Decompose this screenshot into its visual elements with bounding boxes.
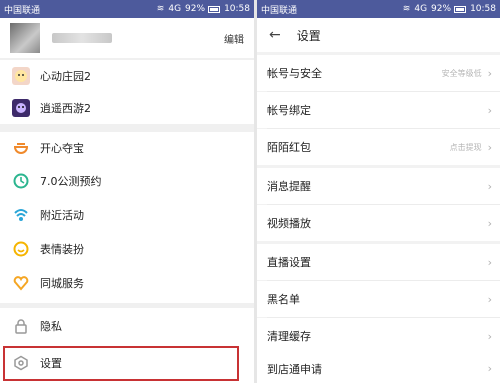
wifi-icon: ≋ [156,4,165,14]
blurred-username [52,33,112,43]
setting-video-playback[interactable]: 视频播放 › [257,205,500,241]
chevron-right-icon: › [487,216,492,230]
signal-text: 4G [414,4,428,14]
chevron-right-icon: › [487,255,492,269]
highlight-annotation [3,346,239,381]
battery-text: 92% [431,4,452,14]
menu-label: 隐私 [40,320,62,333]
setting-label: 清理缓存 [267,330,311,343]
setting-message-alert[interactable]: 消息提醒 › [257,168,500,204]
setting-store-apply[interactable]: 到店通申请 › [257,354,500,383]
smile-icon [12,240,30,258]
setting-account-binding[interactable]: 帐号绑定 › [257,92,500,128]
menu-label: 表情装扮 [40,243,84,256]
menu-item-tongcheng[interactable]: 同城服务 [0,267,254,299]
setting-label: 帐号绑定 [267,104,311,117]
menu-label: 同城服务 [40,277,84,290]
setting-label: 直播设置 [267,256,311,269]
menu-label: 7.0公测预约 [40,175,102,188]
edit-button[interactable]: 编辑 [224,31,244,46]
setting-red-packet[interactable]: 陌陌红包 点击提现 › [257,129,500,165]
bowl-icon [12,139,30,157]
left-screen: 中国联通 ≋ 4G 92% 10:58 编辑 心动庄园2 逍遥西游2 开心夺宝 [0,0,254,383]
menu-item-privacy[interactable]: 隐私 [0,310,254,342]
status-bar: 中国联通 ≋ 4G 92% 10:58 [257,0,500,18]
setting-account-security[interactable]: 帐号与安全 安全等级低 › [257,55,500,91]
menu-item-yuyue[interactable]: 7.0公测预约 [0,165,254,197]
menu-item-xiaoyao[interactable]: 逍遥西游2 [0,92,254,124]
setting-hint: 安全等级低 [441,68,482,78]
heart-icon [12,274,30,292]
menu-label: 开心夺宝 [40,142,84,155]
nearby-icon [12,206,30,224]
setting-blacklist[interactable]: 黑名单 › [257,281,500,317]
menu-label: 逍遥西游2 [40,102,91,115]
chevron-right-icon: › [487,103,492,117]
chevron-right-icon: › [487,66,492,80]
setting-label: 陌陌红包 [267,141,311,154]
wifi-icon: ≋ [402,4,411,14]
setting-clear-cache[interactable]: 清理缓存 › [257,318,500,354]
battery-text: 92% [185,4,206,14]
profile-row[interactable]: 编辑 [0,18,254,58]
game-avatar-icon [12,67,30,85]
right-screen: 中国联通 ≋ 4G 92% 10:58 ← 设置 帐号与安全 安全等级低 › 帐… [257,0,500,383]
game-avatar-icon [12,99,30,117]
menu-item-kaixin[interactable]: 开心夺宝 [0,132,254,164]
page-title: 设置 [296,28,321,43]
setting-label: 视频播放 [267,217,311,230]
setting-label: 消息提醒 [267,180,311,193]
setting-label: 帐号与安全 [267,67,322,80]
menu-item-fujin[interactable]: 附近活动 [0,199,254,231]
carrier: 中国联通 [261,5,298,16]
clock-time: 10:58 [470,4,496,14]
setting-live-stream[interactable]: 直播设置 › [257,244,500,280]
setting-label: 到店通申请 [267,362,322,376]
status-bar: 中国联通 ≋ 4G 92% 10:58 [0,0,254,18]
section-gap [0,124,254,132]
chevron-right-icon: › [487,140,492,154]
chevron-right-icon: › [487,179,492,193]
chevron-right-icon: › [487,292,492,306]
chevron-right-icon: › [487,329,492,343]
clock-icon [12,172,30,190]
avatar[interactable] [10,23,40,53]
signal-text: 4G [168,4,182,14]
carrier: 中国联通 [4,5,41,16]
lock-icon [12,317,30,335]
back-arrow-icon[interactable]: ← [269,27,281,43]
setting-label: 黑名单 [267,293,300,306]
battery-icon [208,5,221,13]
menu-label: 附近活动 [40,209,84,222]
section-gap [0,303,254,308]
battery-icon [454,5,467,13]
setting-hint: 点击提现 [449,142,482,152]
menu-label: 心动庄园2 [40,70,91,83]
chevron-right-icon: › [487,362,492,375]
menu-item-biaoqing[interactable]: 表情装扮 [0,233,254,265]
settings-header: ← 设置 [257,18,500,52]
menu-item-xindong[interactable]: 心动庄园2 [0,60,254,92]
clock-time: 10:58 [224,4,250,14]
